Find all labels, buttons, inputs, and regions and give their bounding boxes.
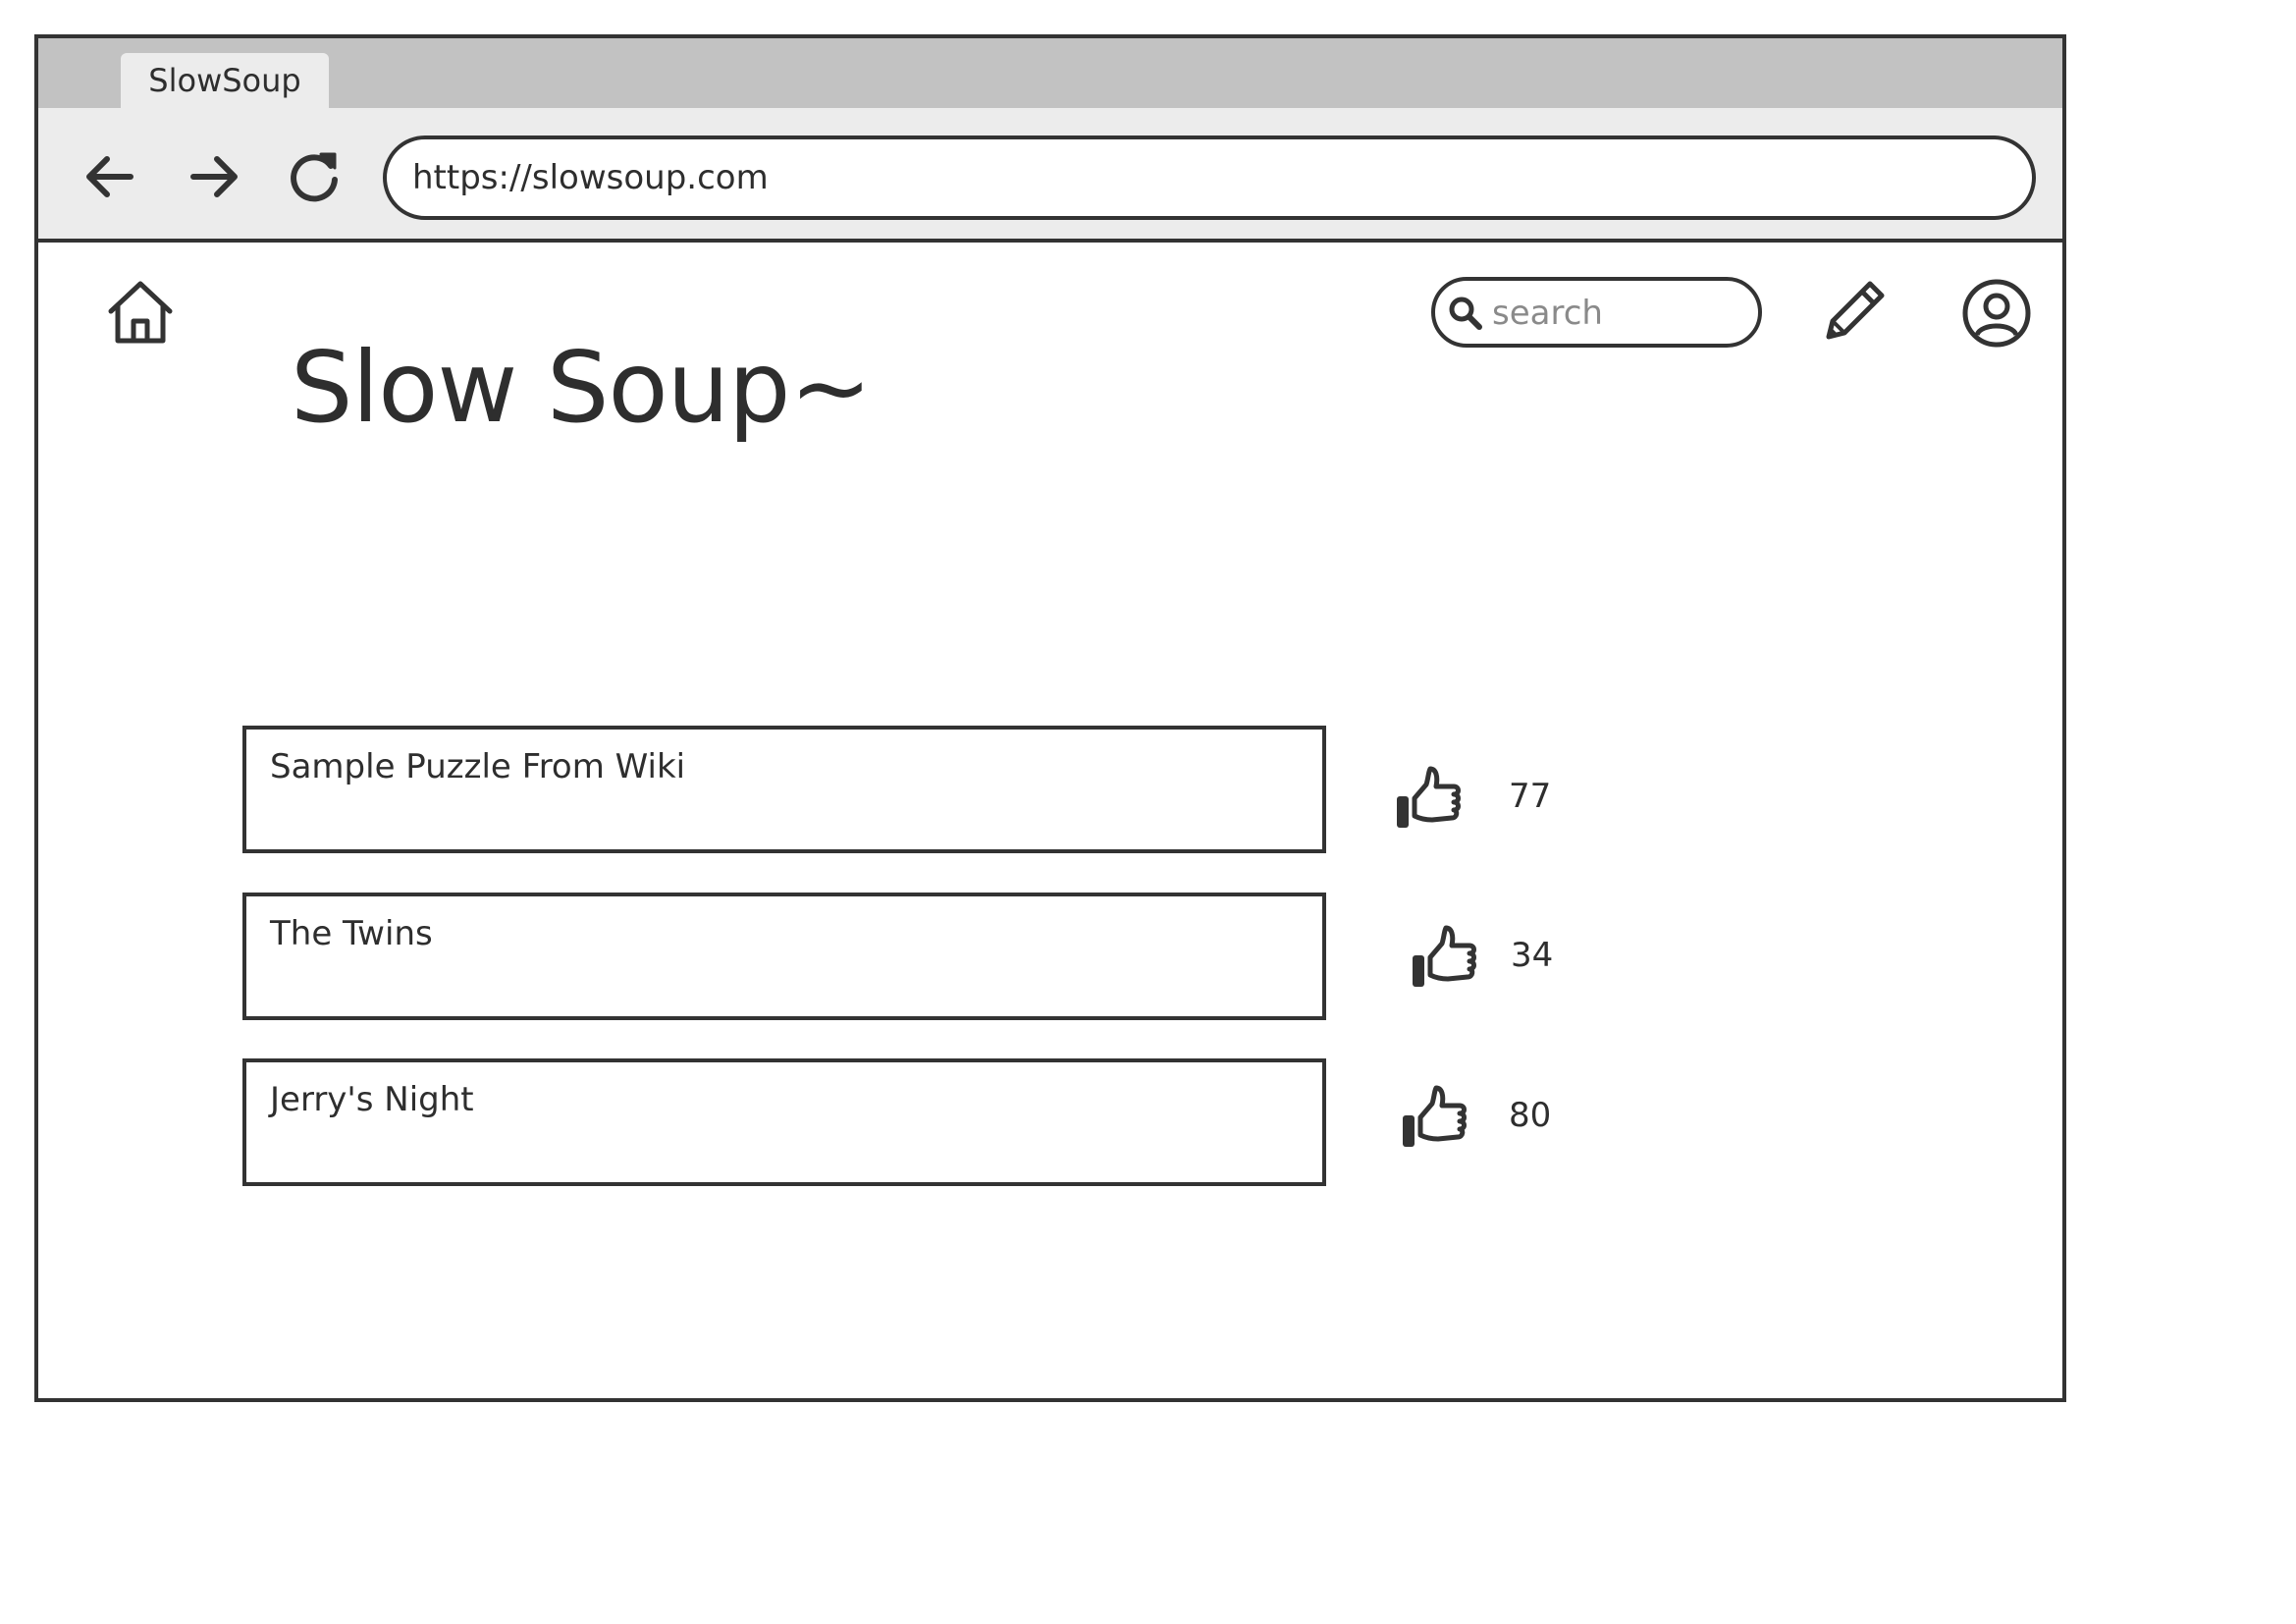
like-count: 80 — [1509, 1096, 1552, 1135]
reload-icon — [291, 152, 338, 202]
puzzle-card[interactable]: Sample Puzzle From Wiki — [242, 726, 1326, 853]
browser-toolbar: https://slowsoup.com — [38, 108, 2062, 243]
browser-window: SlowSoup https://slowsoup.com search Slo… — [34, 34, 2066, 1402]
account-button[interactable] — [1961, 278, 2032, 349]
like-button[interactable] — [1399, 1082, 1469, 1153]
arrow-right-icon — [190, 156, 238, 197]
tab-slowsoup[interactable]: SlowSoup — [121, 53, 329, 108]
puzzle-card[interactable]: Jerry's Night — [242, 1058, 1326, 1186]
puzzle-title: Sample Puzzle From Wiki — [270, 747, 686, 786]
address-bar[interactable]: https://slowsoup.com — [383, 135, 2036, 220]
page-title: Slow Soup~ — [291, 330, 872, 445]
thumbs-up-icon — [1403, 1085, 1467, 1147]
search-box[interactable] — [1431, 277, 1762, 348]
page-content: Slow Soup~ Sample Puzzle From Wiki 77 Th… — [38, 243, 2062, 1398]
like-button[interactable] — [1393, 763, 1464, 834]
arrow-left-icon — [86, 156, 133, 197]
edit-button[interactable] — [1815, 272, 1894, 351]
forward-button[interactable] — [182, 144, 246, 209]
reload-button[interactable] — [282, 144, 347, 209]
puzzle-title: Jerry's Night — [270, 1080, 474, 1119]
like-count: 34 — [1511, 936, 1554, 975]
puzzle-card[interactable]: The Twins — [242, 893, 1326, 1020]
search-icon — [1449, 297, 1482, 330]
home-icon — [108, 281, 173, 344]
like-count: 77 — [1509, 777, 1552, 816]
back-button[interactable] — [78, 144, 142, 209]
user-circle-icon — [1962, 279, 2031, 348]
puzzle-row: The Twins 34 — [242, 893, 1553, 1020]
thumbs-up-icon — [1397, 766, 1461, 828]
like-button[interactable] — [1409, 922, 1479, 993]
search-input[interactable] — [1490, 287, 1749, 340]
tab-strip: SlowSoup — [38, 38, 2062, 108]
puzzle-row: Jerry's Night 80 — [242, 1058, 1551, 1186]
home-button[interactable] — [103, 278, 178, 347]
thumbs-up-icon — [1413, 925, 1476, 987]
puzzle-title: The Twins — [270, 914, 433, 953]
puzzle-row: Sample Puzzle From Wiki 77 — [242, 726, 1551, 853]
pencil-icon — [1826, 281, 1885, 340]
